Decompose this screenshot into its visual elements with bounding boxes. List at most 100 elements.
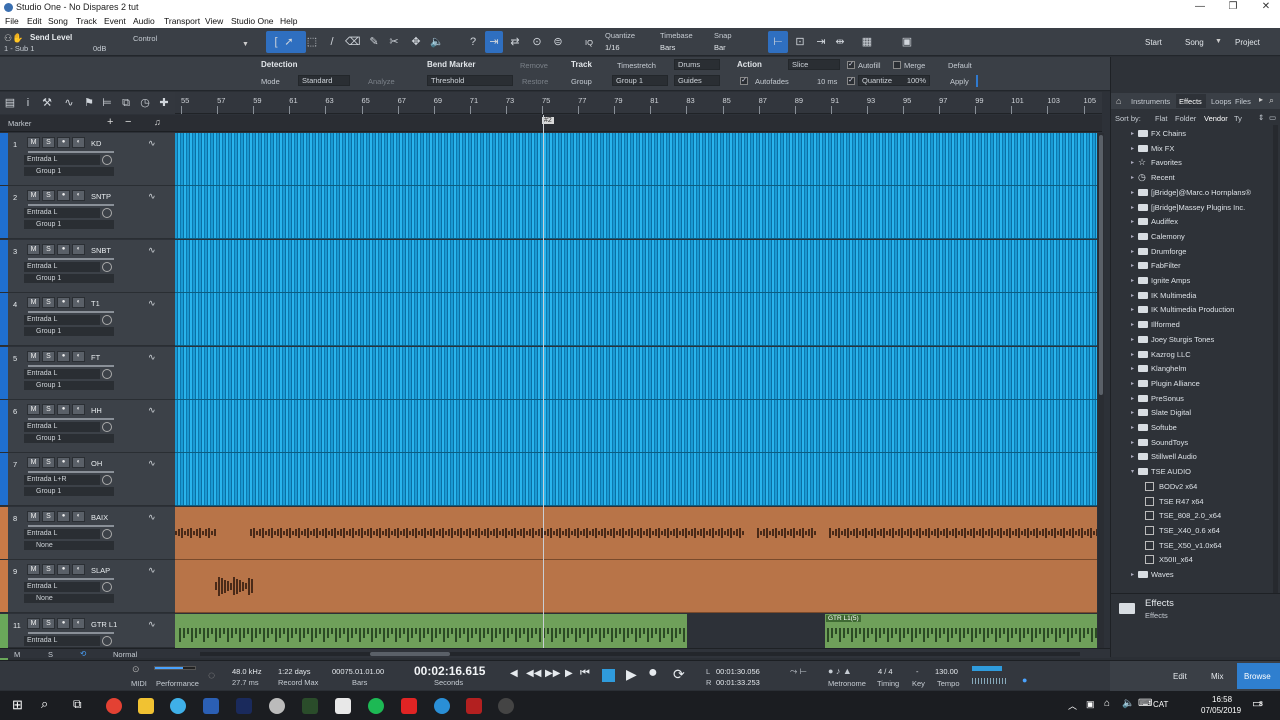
bars-value[interactable]: 00075.01.01.00 [332,667,384,676]
layout-icon[interactable]: ▦ [860,35,874,49]
group-select[interactable]: Group 1 [24,327,114,337]
input-monitor-icon[interactable] [102,368,112,379]
drum-audio-event[interactable] [175,453,1097,507]
marker-list-icon[interactable]: ♫ [154,117,161,127]
input-monitor-icon[interactable] [102,422,112,432]
browser-folder-item[interactable]: ▸ Plugin Alliance [1111,377,1280,391]
project-button[interactable]: Project [1235,38,1260,47]
time-value[interactable]: 00:02:16.615 [414,664,485,678]
photoshop-icon[interactable] [236,698,252,714]
volume-fader[interactable] [28,364,114,367]
record-arm-icon[interactable]: ● [57,350,70,362]
snap-events-icon[interactable]: ⊡ [793,35,807,49]
expand-arrow-icon[interactable]: ▸ [1131,351,1134,358]
input-monitor-icon[interactable] [102,582,112,593]
collapse-all-icon[interactable]: ⇕ [1258,113,1264,122]
app-icon-1[interactable] [269,698,285,714]
browser-folder-item[interactable]: ▸ Audiffex [1111,215,1280,229]
track-header[interactable]: 1 M S ● ◐ KD ∿ Entrada L Group 1 [0,133,175,186]
paint-tool-icon[interactable]: ✎ [367,35,381,49]
mute-button[interactable]: M [27,190,40,202]
keyboard-icon[interactable]: ⌨ [1138,698,1152,709]
control-dropdown-icon[interactable]: ▼ [242,41,249,48]
add-marker-icon[interactable]: + [107,116,113,128]
input-select[interactable]: Entrada L [24,208,100,219]
browser-plugin-item[interactable]: TSE_X50_v1.0x64 [1111,539,1280,553]
menu-audio[interactable]: Audio [133,16,155,26]
eraser-tool-icon[interactable]: ⌫ [345,35,361,49]
browser-folder-item[interactable]: ▸ PreSonus [1111,392,1280,406]
zoom-icon[interactable]: ⊙ [530,35,544,49]
sort-type[interactable]: Ty [1234,114,1242,123]
monitor-icon[interactable]: ◐ [72,617,85,629]
browser-folder-item[interactable]: ▸ [jBridge]@Marc.o Hornplans® [1111,186,1280,200]
monitor-icon[interactable]: ◐ [72,350,85,362]
play-button[interactable]: ▶ [626,666,637,683]
timeline-ruler[interactable]: 55 57 59 61 63 65 67 69 71 73 75 77 79 81 83 85 87 89 91 93… [175,92,1102,114]
studio-one-taskbar-icon[interactable] [335,698,351,714]
solo-button[interactable]: S [42,564,55,576]
quantize-checkbox[interactable]: ✓ [847,77,855,85]
waveform-icon[interactable]: ∿ [148,245,156,256]
browser-folder-item[interactable]: ▸ Illformed [1111,318,1280,332]
browser-folder-item[interactable]: ▾ TSE AUDIO [1111,465,1280,479]
menu-file[interactable]: File [5,16,19,26]
track-name[interactable]: OH [91,459,102,468]
volume-fader[interactable] [28,471,114,474]
waveform-icon[interactable]: ∿ [148,458,156,469]
record-arm-icon[interactable]: ● [57,243,70,255]
sync-icon[interactable]: ⟲ [80,649,86,658]
start-button[interactable]: Start [1145,38,1162,47]
monitor-icon[interactable]: ◐ [72,190,85,202]
track-name[interactable]: BAIX [91,513,108,522]
quantize-value[interactable]: 1/16 [605,43,620,52]
menu-song[interactable]: Song [48,16,68,26]
app-icon-4[interactable] [466,698,482,714]
volume-knob-icon[interactable]: ● [1022,675,1027,685]
apply-button[interactable]: Apply [950,77,969,86]
solo-button[interactable]: S [42,137,55,148]
solo-button[interactable]: S [42,404,55,415]
remove-button[interactable]: Remove [520,61,548,70]
merge-checkbox[interactable] [893,61,901,69]
follow-icon[interactable]: ⇄ [508,35,522,49]
track-header[interactable]: 2 M S ● ◐ SNTP ∿ Entrada L Group 1 [0,186,175,240]
mute-button[interactable]: M [27,510,40,522]
waveform-icon[interactable]: ∿ [148,565,156,576]
input-monitor-icon[interactable] [102,155,112,165]
threshold-slider[interactable]: Threshold [427,75,513,86]
input-select[interactable]: Entrada L [24,155,100,165]
group-select[interactable]: None [24,540,114,550]
input-monitor-icon[interactable] [102,261,112,272]
menu-transport[interactable]: Transport [164,16,200,26]
restore-button[interactable]: Restore [522,77,548,86]
autofill-checkbox[interactable]: ✓ [847,61,855,69]
audition-icon[interactable] [302,698,318,714]
default-button[interactable]: Default [948,61,972,70]
volume-fader[interactable] [28,578,114,581]
group-select[interactable]: None [24,594,114,604]
browser-folder-item[interactable]: ▸ Kazrog LLC [1111,348,1280,362]
group-select[interactable]: Group 1 [24,220,114,230]
browser-folder-item[interactable]: ▸ [jBridge]Massey Plugins Inc. [1111,201,1280,215]
track-header[interactable]: 3 M S ● ◐ SNBT ∿ Entrada L Group 1 [0,239,175,293]
guides-select[interactable]: Guides [674,75,720,86]
menu-edit[interactable]: Edit [27,16,42,26]
range-tool-icon[interactable]: [ [269,35,283,49]
chrome-icon[interactable] [106,698,122,714]
expand-icon[interactable]: ⧉ [119,96,133,110]
return-to-zero-icon[interactable]: ⏮ [580,667,590,680]
drum-audio-event[interactable] [175,239,1097,293]
expand-arrow-icon[interactable]: ▸ [1131,336,1134,343]
tab-instruments[interactable]: Instruments [1131,97,1170,106]
key-value[interactable]: - [916,667,919,676]
folder-icon[interactable]: ⊨ [100,96,114,110]
input-monitor-icon[interactable] [102,635,112,646]
song-dropdown-icon[interactable]: ▼ [1215,38,1222,45]
search-icon[interactable]: ⌕ [41,696,48,712]
track-lanes[interactable]: GTR L1(5) [175,133,1097,648]
input-select[interactable]: Entrada L [24,261,100,272]
snap-relative-icon[interactable]: ⇹ [833,35,847,49]
tray-chevron-icon[interactable]: ︿ [1068,699,1077,712]
listen-tool-icon[interactable]: 🔈 [430,35,444,49]
